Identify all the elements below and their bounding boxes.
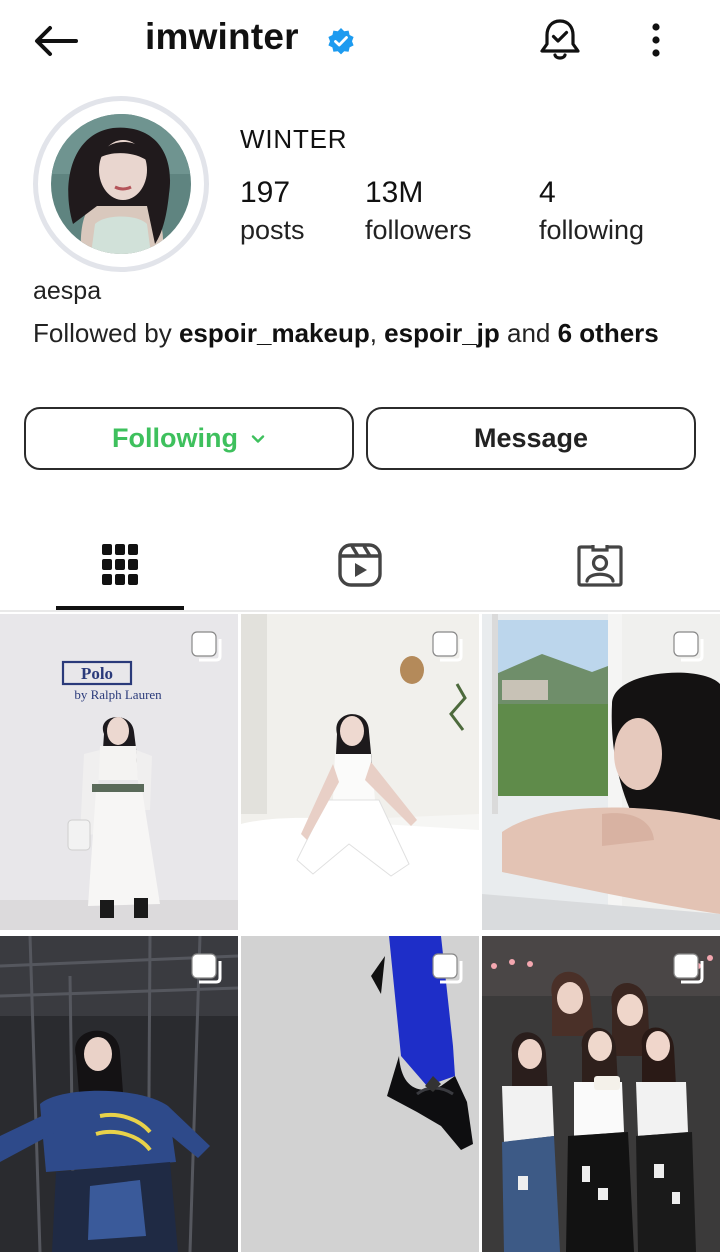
followers-count: 13M xyxy=(365,176,424,209)
following-stat[interactable]: 4 following xyxy=(539,176,644,250)
post-thumbnail[interactable] xyxy=(0,936,238,1252)
tagged-person-icon xyxy=(577,545,623,587)
posts-grid: Polo by Ralph Lauren xyxy=(0,614,720,1252)
carousel-icon xyxy=(191,953,222,984)
carousel-icon xyxy=(191,631,222,662)
posts-stat[interactable]: 197 posts xyxy=(240,176,305,250)
following-button[interactable]: Following xyxy=(24,407,354,470)
followers-stat[interactable]: 13M followers xyxy=(365,176,472,250)
followed-by-conjunction: and xyxy=(499,318,558,348)
followed-by-prefix: Followed by xyxy=(33,318,179,348)
carousel-icon xyxy=(673,953,704,984)
back-button[interactable] xyxy=(30,18,82,64)
verified-badge-icon xyxy=(328,28,354,55)
top-bar: imwinter xyxy=(0,0,720,84)
carousel-icon xyxy=(673,631,704,662)
following-count: 4 xyxy=(539,176,556,209)
chevron-down-icon xyxy=(251,434,265,443)
message-button-label: Message xyxy=(473,423,589,453)
profile-tabs xyxy=(0,520,720,612)
tab-posts-grid[interactable] xyxy=(0,520,240,610)
arrow-left-icon xyxy=(35,26,78,56)
grid-icon xyxy=(102,544,138,585)
tabs-divider xyxy=(0,610,720,612)
followed-by-user2[interactable]: espoir_jp xyxy=(384,318,500,348)
post-thumbnail[interactable] xyxy=(482,614,720,930)
post-thumbnail[interactable] xyxy=(241,614,479,930)
following-label: following xyxy=(539,215,645,245)
tab-tagged[interactable] xyxy=(480,520,720,610)
tab-reels[interactable] xyxy=(240,520,480,610)
followed-by-others[interactable]: 6 others xyxy=(558,318,659,348)
carousel-icon xyxy=(432,953,463,984)
posts-label: posts xyxy=(240,215,305,245)
bell-check-icon xyxy=(540,19,580,60)
post-thumbnail[interactable]: Polo by Ralph Lauren xyxy=(0,614,238,930)
message-button[interactable]: Message xyxy=(366,407,696,470)
avatar[interactable] xyxy=(51,114,191,254)
followed-by-user1[interactable]: espoir_makeup xyxy=(179,318,370,348)
post-thumbnail[interactable] xyxy=(482,936,720,1252)
profile-avatar-ring[interactable] xyxy=(33,96,209,272)
more-options-button[interactable] xyxy=(636,16,676,64)
reels-icon xyxy=(338,543,382,587)
posts-count: 197 xyxy=(240,176,291,209)
followers-label: followers xyxy=(365,215,472,245)
display-name: WINTER xyxy=(240,124,348,154)
followed-by-separator: , xyxy=(369,318,385,348)
profile-username: imwinter xyxy=(145,16,299,57)
polo-sub-text: by Ralph Lauren xyxy=(74,687,162,702)
more-vertical-icon xyxy=(652,23,660,57)
following-button-label: Following xyxy=(112,423,238,453)
post-thumbnail[interactable] xyxy=(241,936,479,1252)
bio-text: aespa xyxy=(33,277,102,305)
polo-logo-text: Polo xyxy=(81,664,113,683)
carousel-icon xyxy=(432,631,463,662)
followed-by-text[interactable]: Followed by espoir_makeup, espoir_jp and… xyxy=(33,318,673,349)
notifications-button[interactable] xyxy=(534,14,586,66)
